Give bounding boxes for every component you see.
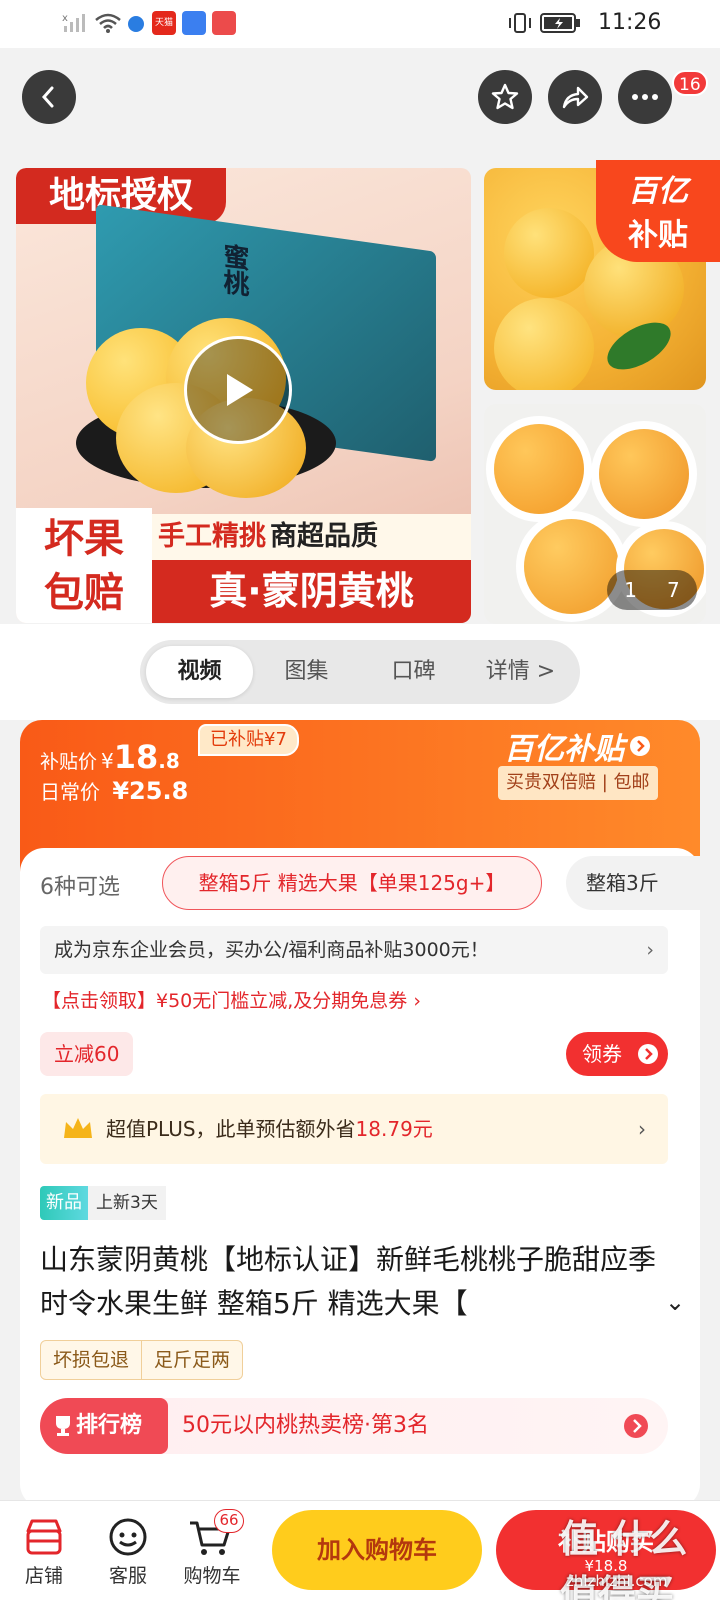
- chevron-right-icon: [630, 736, 650, 756]
- wifi-icon: [95, 13, 121, 33]
- status-bar: x 天猫 11:26: [0, 0, 720, 48]
- more-button[interactable]: [618, 70, 672, 124]
- service-label: 客服: [108, 1565, 147, 1587]
- shop-icon: [26, 1519, 62, 1555]
- coupon-button[interactable]: 领券: [566, 1032, 668, 1076]
- ranking-label: 排行榜: [40, 1398, 168, 1454]
- main-product-image[interactable]: 地标授权 蜜桃 坏果 包赔 手工精挑 商超品质 真·蒙阴黄桃: [16, 168, 471, 623]
- subsidy-corner-badge: 百亿 补贴: [596, 160, 720, 262]
- customer-service-icon: [109, 1518, 147, 1556]
- tab-details[interactable]: 详情 >: [467, 646, 574, 698]
- chevron-right-icon: [638, 1044, 658, 1064]
- currency: ¥: [101, 749, 114, 773]
- clock: 11:26: [598, 10, 662, 35]
- option-next[interactable]: 整箱3斤: [566, 856, 700, 910]
- signal-icon: x: [62, 13, 85, 32]
- daily-price-value: ¥25.8: [112, 777, 189, 805]
- favorite-button[interactable]: [478, 70, 532, 124]
- share-button[interactable]: [548, 70, 602, 124]
- ranking-label-text: 排行榜: [76, 1413, 143, 1438]
- subsidy-price-label: 补贴价: [40, 751, 98, 773]
- app-icon: [182, 11, 206, 35]
- battery-icon: [540, 13, 580, 33]
- chevron-left-icon: [41, 86, 54, 108]
- subsidy-word: 补贴: [628, 218, 688, 253]
- enterprise-banner[interactable]: 成为京东企业会员，买办公/福利商品补贴3000元！ ›: [40, 926, 668, 974]
- watermark-url: zhizhizhi.com: [566, 1572, 668, 1590]
- plus-text: 超值PLUS，此单预估额外省: [106, 1117, 356, 1141]
- chevron-right-icon: [624, 1414, 648, 1438]
- svg-text:x: x: [62, 13, 68, 24]
- new-product-tag: 新品 上新3天: [40, 1186, 166, 1220]
- chevron-right-icon: ›: [638, 1117, 646, 1141]
- plus-banner[interactable]: 超值PLUS，此单预估额外省18.79元 ›: [40, 1094, 668, 1164]
- daily-price: 日常价 ¥25.8: [40, 776, 188, 805]
- tmall-icon: 天猫: [152, 11, 176, 35]
- product-title-text: 山东蒙阴黄桃【地标认证】新鲜毛桃桃子脆甜应季时令水果生鲜 整箱5斤 精选大果【: [40, 1243, 657, 1320]
- trophy-icon: [56, 1416, 70, 1436]
- daily-price-label: 日常价: [40, 780, 100, 804]
- app-icon-2: [212, 11, 236, 35]
- subsidy-brand: 百亿: [628, 174, 688, 209]
- message-count-badge: 16: [672, 70, 708, 96]
- feature-ribbon: 手工精挑 商超品质: [152, 514, 471, 560]
- tab-video[interactable]: 视频: [146, 646, 253, 698]
- browser-icon: [128, 16, 144, 32]
- share-icon: [562, 86, 589, 109]
- add-to-cart-button[interactable]: 加入购物车: [272, 1510, 482, 1590]
- counter-current: 1: [624, 578, 637, 602]
- ranking-banner[interactable]: 排行榜 50元以内桃热卖榜·第3名: [40, 1398, 668, 1454]
- shop-label: 店铺: [24, 1565, 63, 1587]
- ranking-text: 50元以内桃热卖榜·第3名: [182, 1413, 429, 1438]
- new-tag: 新品: [40, 1186, 88, 1220]
- brand-text: 百亿补贴: [504, 732, 624, 767]
- origin-ribbon: 真·蒙阴黄桃: [152, 560, 471, 623]
- subsidy-price: 补贴价 ¥ 18 .8: [40, 738, 180, 776]
- chevron-right-icon: ›: [646, 939, 654, 961]
- service-tag: 坏损包退: [41, 1341, 143, 1379]
- enterprise-text: 成为京东企业会员，买办公/福利商品补贴3000元！: [54, 939, 489, 961]
- crown-icon: [64, 1118, 92, 1138]
- price-decimal: .8: [158, 749, 180, 773]
- product-info-card: 6种可选 整箱5斤 精选大果【单果125g+】 整箱3斤 成为京东企业会员，买办…: [20, 848, 700, 1508]
- plus-amount: 18.79元: [355, 1117, 433, 1141]
- back-button[interactable]: [22, 70, 76, 124]
- ribbon-text-1: 手工精挑: [158, 521, 266, 552]
- image-counter: 17: [607, 570, 697, 610]
- price-integer: 18: [113, 738, 159, 776]
- media-tabs: 视频 图集 口碑 详情 >: [140, 640, 580, 704]
- star-icon: [491, 83, 519, 110]
- cart-count-badge: 66: [214, 1509, 244, 1533]
- service-button[interactable]: 客服: [92, 1513, 164, 1588]
- tab-reviews[interactable]: 口碑: [360, 646, 467, 698]
- shop-button[interactable]: 店铺: [8, 1513, 80, 1588]
- ribbon-text-2: 商超品质: [270, 521, 378, 552]
- option-count: 6种可选: [40, 875, 120, 900]
- vibrate-icon: [509, 13, 531, 33]
- play-video-button[interactable]: [184, 336, 292, 444]
- cart-label: 购物车: [183, 1565, 241, 1587]
- service-tags: 坏损包退 足斤足两: [40, 1340, 244, 1380]
- service-tag: 足斤足两: [154, 1349, 231, 1371]
- subsidy-brand-link[interactable]: 百亿补贴: [504, 724, 650, 768]
- counter-total: 7: [667, 578, 680, 602]
- guarantee-tag: 买贵双倍赔 | 包邮: [498, 766, 658, 800]
- coupon-text[interactable]: 【点击领取】¥50无门槛立减,及分期免息券 ›: [42, 986, 421, 1013]
- bad-fruit-badge: 坏果 包赔: [16, 508, 152, 623]
- option-selected[interactable]: 整箱5斤 精选大果【单果125g+】: [162, 856, 542, 910]
- play-icon: [227, 374, 253, 406]
- discount-tag: 立减60: [40, 1032, 134, 1076]
- subsidized-tag: 已补贴¥7: [198, 724, 299, 756]
- coupon-button-label: 领券: [582, 1042, 622, 1066]
- new-days: 上新3天: [88, 1186, 166, 1220]
- product-title[interactable]: 山东蒙阴黄桃【地标认证】新鲜毛桃桃子脆甜应季时令水果生鲜 整箱5斤 精选大果【: [40, 1238, 680, 1326]
- more-icon: [632, 94, 658, 100]
- box-label: 蜜桃: [219, 241, 249, 298]
- tab-gallery[interactable]: 图集: [253, 646, 360, 698]
- expand-title-icon[interactable]: ⌄: [660, 1282, 690, 1326]
